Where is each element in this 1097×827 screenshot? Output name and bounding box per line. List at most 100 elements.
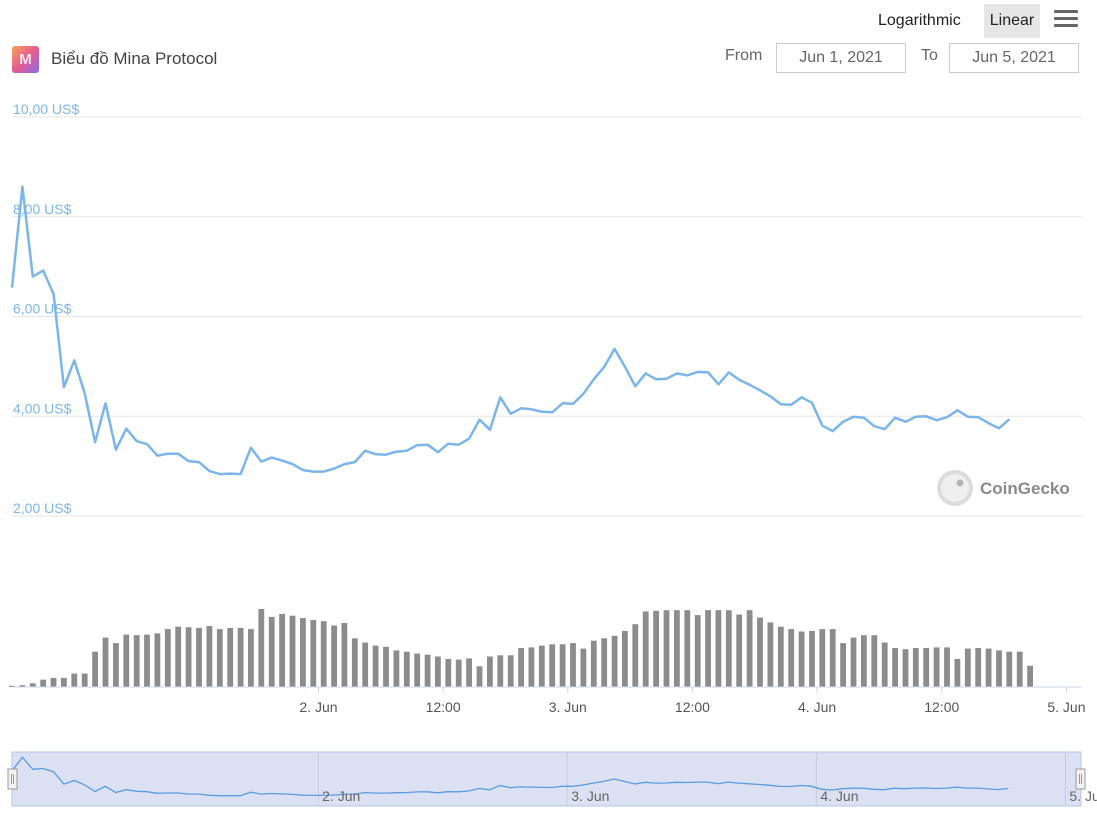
volume-bar [497,655,504,687]
volume-bars [9,609,1033,688]
volume-bar [684,610,691,687]
y-tick-label: 6,00 US$ [13,301,72,317]
volume-bar [279,613,285,687]
volume-bar [944,647,950,687]
volume-bar [50,677,57,687]
volume-bar [528,647,535,687]
volume-bar [964,648,971,687]
volume-bar [871,635,878,687]
volume-bar [653,610,659,687]
volume-bar [715,610,722,687]
volume-bar [372,645,379,687]
volume-bar [538,645,545,687]
volume-bar [507,655,514,687]
volume-bar [518,648,524,687]
volume-bar [725,610,732,687]
volume-bar [206,626,213,687]
volume-bar [102,637,109,687]
volume-bar [1006,651,1013,687]
volume-bar [393,650,400,687]
volume-bar [902,649,909,687]
volume-bar [642,611,649,687]
volume-bar [403,651,410,687]
volume-bar [590,640,597,687]
volume-bar [954,659,961,687]
volume-bar [912,648,919,687]
volume-bar [164,629,171,687]
volume-bar [757,617,763,687]
volume-bar [351,638,358,688]
volume-bar [923,648,930,687]
navigator[interactable]: 2. Jun 3. Jun 4. Jun 5. Jun [7,751,1097,807]
x-tick-label: 12:00 [675,699,710,715]
volume-bar [819,629,826,687]
volume-bar [424,654,431,687]
volume-bar [29,683,36,687]
volume-bar [40,679,47,687]
navigator-tick-label: 2. Jun [322,788,360,804]
price-line-series [10,185,1011,476]
navigator-left-handle[interactable] [7,768,18,790]
volume-bar [788,629,795,687]
coingecko-credit[interactable]: CoinGecko [937,470,1070,506]
volume-bar [1016,651,1023,687]
navigator-tick-label: 3. Jun [571,788,609,804]
volume-bar [622,630,628,687]
volume-bar [809,630,815,687]
volume-bar [850,637,857,687]
x-tick-label: 5. Jun [1047,699,1085,715]
volume-bar [632,624,639,687]
volume-bar [123,634,130,687]
volume-bar [258,609,265,687]
volume-bar [559,644,566,687]
volume-bar [892,648,898,687]
volume-bar [476,666,483,687]
volume-bar [674,610,680,687]
volume-bar [455,659,462,687]
y-tick-label: 2,00 US$ [13,500,72,516]
volume-bar [975,648,982,687]
y-tick-label: 4,00 US$ [13,400,72,416]
volume-bar [663,610,670,687]
grid-lines [12,116,1082,517]
volume-bar [268,616,275,687]
volume-bar [133,635,140,687]
navigator-selected-range[interactable] [11,751,1082,807]
y-axis: 10,00 US$8,00 US$6,00 US$4,00 US$2,00 US… [13,101,79,516]
navigator-right-handle[interactable] [1075,768,1086,790]
volume-bar [985,648,992,687]
x-tick-label: 12:00 [426,699,461,715]
volume-bar [414,653,421,687]
volume-bar [92,651,98,687]
y-tick-label: 10,00 US$ [13,101,79,117]
volume-bar [81,673,88,687]
volume-bar [829,629,836,687]
x-tick-label: 12:00 [924,699,959,715]
x-tick-label: 3. Jun [549,699,587,715]
volume-bar [580,648,587,687]
volume-bar [331,625,337,687]
volume-bar [154,633,161,687]
volume-bar [611,635,618,687]
volume-bar [705,610,711,687]
volume-bar [300,618,306,687]
volume-bar [881,642,888,687]
volume-bar [185,627,192,687]
volume-bar [549,644,556,687]
volume-bar [144,634,150,687]
volume-bar [362,642,369,687]
volume-bar [1027,665,1033,687]
coingecko-gecko-icon [941,474,969,502]
volume-bar [320,621,327,687]
volume-bar [310,620,317,687]
volume-bar [289,615,296,687]
volume-bar [383,646,389,687]
volume-bar [227,627,234,687]
volume-bar [777,626,784,687]
volume-bar [113,643,119,687]
volume-bar [861,635,867,687]
volume-bar [601,638,608,688]
volume-bar [196,627,202,687]
navigator-tick-label: 4. Jun [820,788,858,804]
volume-bar [435,656,441,687]
